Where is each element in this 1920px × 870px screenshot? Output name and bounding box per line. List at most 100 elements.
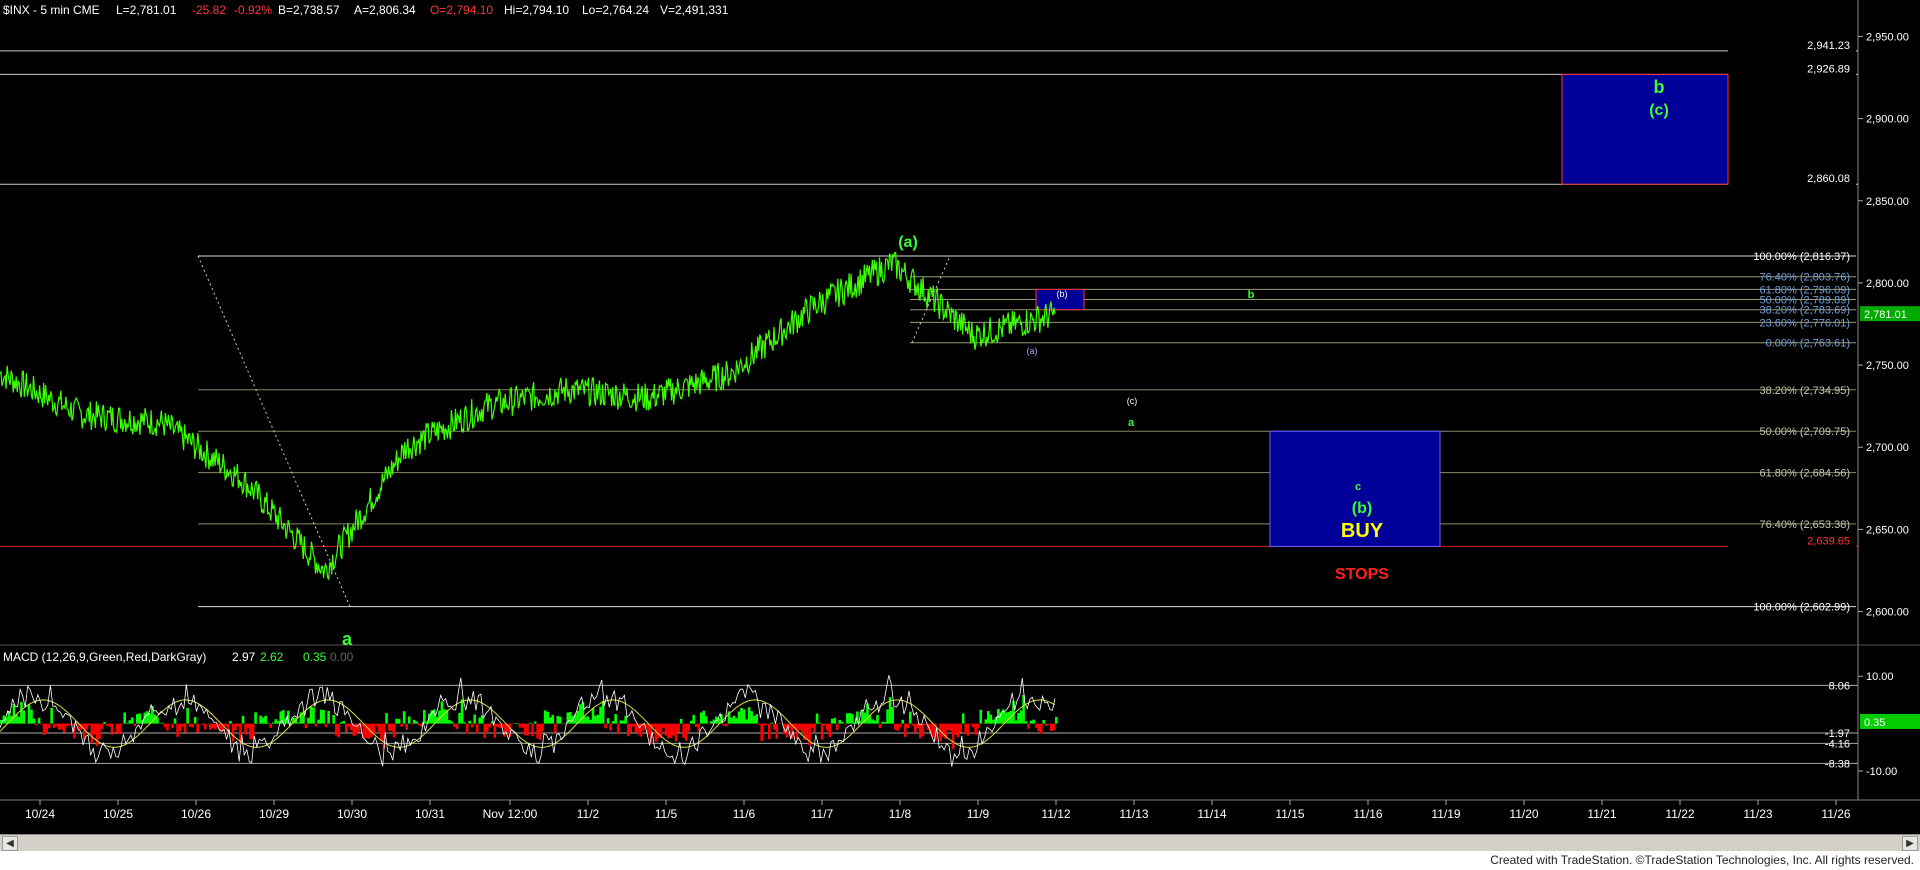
- macd-histogram-bar: [810, 723, 814, 728]
- x-tick-label: 11/22: [1665, 807, 1694, 821]
- macd-histogram-bar: [312, 707, 315, 724]
- macd-histogram-bar: [503, 723, 507, 737]
- macd-histogram-bar: [201, 723, 205, 725]
- macd-histogram-bar: [269, 723, 273, 728]
- header-ask: A=2,806.34: [354, 3, 416, 17]
- macd-histogram-bar: [586, 716, 590, 724]
- price-level-label: 2,941.23: [1807, 40, 1850, 52]
- macd-histogram-bar: [747, 707, 751, 724]
- macd-histogram-bar: [893, 723, 897, 730]
- fib-label: 61.80% (2,684.56): [1759, 468, 1850, 480]
- macd-histogram-bar: [511, 723, 514, 725]
- x-tick-label: 11/12: [1041, 807, 1070, 821]
- macd-histogram-bar: [699, 712, 703, 724]
- macd-histogram-bar: [770, 722, 774, 724]
- macd-histogram-bar: [355, 723, 358, 735]
- macd-histogram-bar: [387, 723, 391, 731]
- macd-histogram-bar: [518, 723, 522, 728]
- macd-histogram-bar: [244, 723, 247, 735]
- scroll-left-arrow-icon[interactable]: ◀: [2, 836, 18, 851]
- macd-histogram-bar: [130, 717, 134, 724]
- macd-histogram-bar: [186, 708, 189, 724]
- x-tick-label: 11/9: [967, 807, 990, 821]
- macd-histogram-bar: [324, 723, 328, 728]
- macd-histogram-bar: [591, 708, 595, 724]
- macd-histogram-bar: [163, 723, 167, 728]
- macd-histogram-bar: [32, 718, 36, 724]
- macd-histogram-bar: [815, 713, 819, 724]
- macd-histogram-bar: [737, 711, 741, 724]
- macd-histogram-bar: [367, 723, 371, 739]
- price-level-label: 2,926.89: [1807, 63, 1850, 75]
- footer-copyright: Created with TradeStation. ©TradeStation…: [1490, 853, 1914, 867]
- macd-histogram-bar: [546, 711, 549, 724]
- macd-histogram-bar: [65, 723, 69, 727]
- macd-histogram-bar: [473, 714, 476, 724]
- x-tick-label: 10/30: [337, 807, 367, 821]
- macd-histogram-bar: [319, 709, 323, 724]
- wave-label-box-b: (b): [1352, 500, 1372, 517]
- macd-histogram-bar: [697, 723, 701, 732]
- macd-histogram-bar: [417, 723, 421, 726]
- macd-histogram-bar: [183, 723, 187, 733]
- macd-histogram-bar: [317, 719, 320, 724]
- macd-histogram-bar: [304, 723, 308, 729]
- macd-histogram-bar: [921, 723, 925, 737]
- macd-histogram-bar: [755, 714, 758, 724]
- x-tick-label: 11/5: [655, 807, 678, 821]
- header-low: Lo=2,764.24: [582, 3, 649, 17]
- macd-histogram-bar: [919, 723, 922, 739]
- price-chart: $INX - 5 min CME L=2,781.01 -25.82 -0.92…: [0, 0, 1920, 834]
- macd-histogram-bar: [689, 720, 693, 724]
- macd-histogram-bar: [460, 699, 464, 724]
- header-high: Hi=2,794.10: [504, 3, 569, 17]
- macd-histogram-bar: [664, 723, 668, 736]
- x-tick-label: 11/20: [1509, 807, 1538, 821]
- macd-hist-value: 0.35: [303, 650, 327, 664]
- macd-histogram-bar: [42, 723, 46, 735]
- macd-histogram-bar: [410, 723, 414, 725]
- y-tick-label: 2,600.00: [1866, 607, 1909, 619]
- macd-histogram-bar: [226, 723, 230, 734]
- macd-histogram-bar: [536, 723, 539, 739]
- macd-histogram-bar: [133, 723, 137, 726]
- macd-histogram-bar: [873, 720, 877, 724]
- x-tick-label: 11/16: [1353, 807, 1382, 821]
- macd-histogram-bar: [45, 723, 48, 733]
- macd-histogram-bar: [234, 723, 237, 731]
- y-tick-label: 2,650.00: [1866, 524, 1909, 536]
- wave-label-paren-a: (a): [898, 234, 918, 251]
- horizontal-scrollbar[interactable]: ◀ ▶: [0, 834, 1920, 851]
- macd-histogram-bar: [702, 710, 706, 724]
- y-tick-label: 2,750.00: [1866, 360, 1909, 372]
- macd-histogram-bar: [883, 721, 887, 724]
- macd-histogram-bar: [297, 722, 300, 724]
- macd-histogram-bar: [60, 723, 64, 730]
- macd-histogram-bar: [614, 714, 617, 724]
- macd-histogram-bar: [329, 723, 333, 725]
- macd-value: 2.97: [232, 650, 256, 664]
- fib-label: 50.00% (2,709.75): [1759, 426, 1850, 438]
- macd-current-label: 0.35: [1864, 717, 1885, 729]
- macd-histogram-bar: [123, 712, 126, 724]
- x-tick-label: 11/8: [889, 807, 912, 821]
- x-tick-label: 11/26: [1821, 807, 1850, 821]
- footer: Created with TradeStation. ©TradeStation…: [0, 851, 1920, 870]
- macd-histogram-bar: [707, 723, 711, 725]
- macd-histogram-bar: [55, 723, 58, 727]
- macd-histogram-bar: [959, 723, 962, 733]
- macd-histogram-bar: [405, 723, 408, 730]
- macd-histogram-bar: [188, 723, 192, 727]
- macd-histogram-bar: [901, 719, 905, 724]
- wave-label-small-a: (a): [1027, 346, 1038, 356]
- macd-histogram-bar: [108, 723, 111, 727]
- macd-histogram-bar: [584, 716, 587, 724]
- macd-histogram-bar: [1032, 719, 1035, 724]
- macd-histogram-bar: [231, 723, 235, 742]
- macd-histogram-bar: [246, 723, 250, 729]
- macd-histogram-bar: [599, 706, 602, 724]
- y-tick-label: 2,900.00: [1866, 114, 1909, 126]
- macd-histogram-bar: [236, 723, 240, 727]
- macd-histogram-bar: [750, 711, 753, 724]
- scroll-right-arrow-icon[interactable]: ▶: [1902, 836, 1918, 851]
